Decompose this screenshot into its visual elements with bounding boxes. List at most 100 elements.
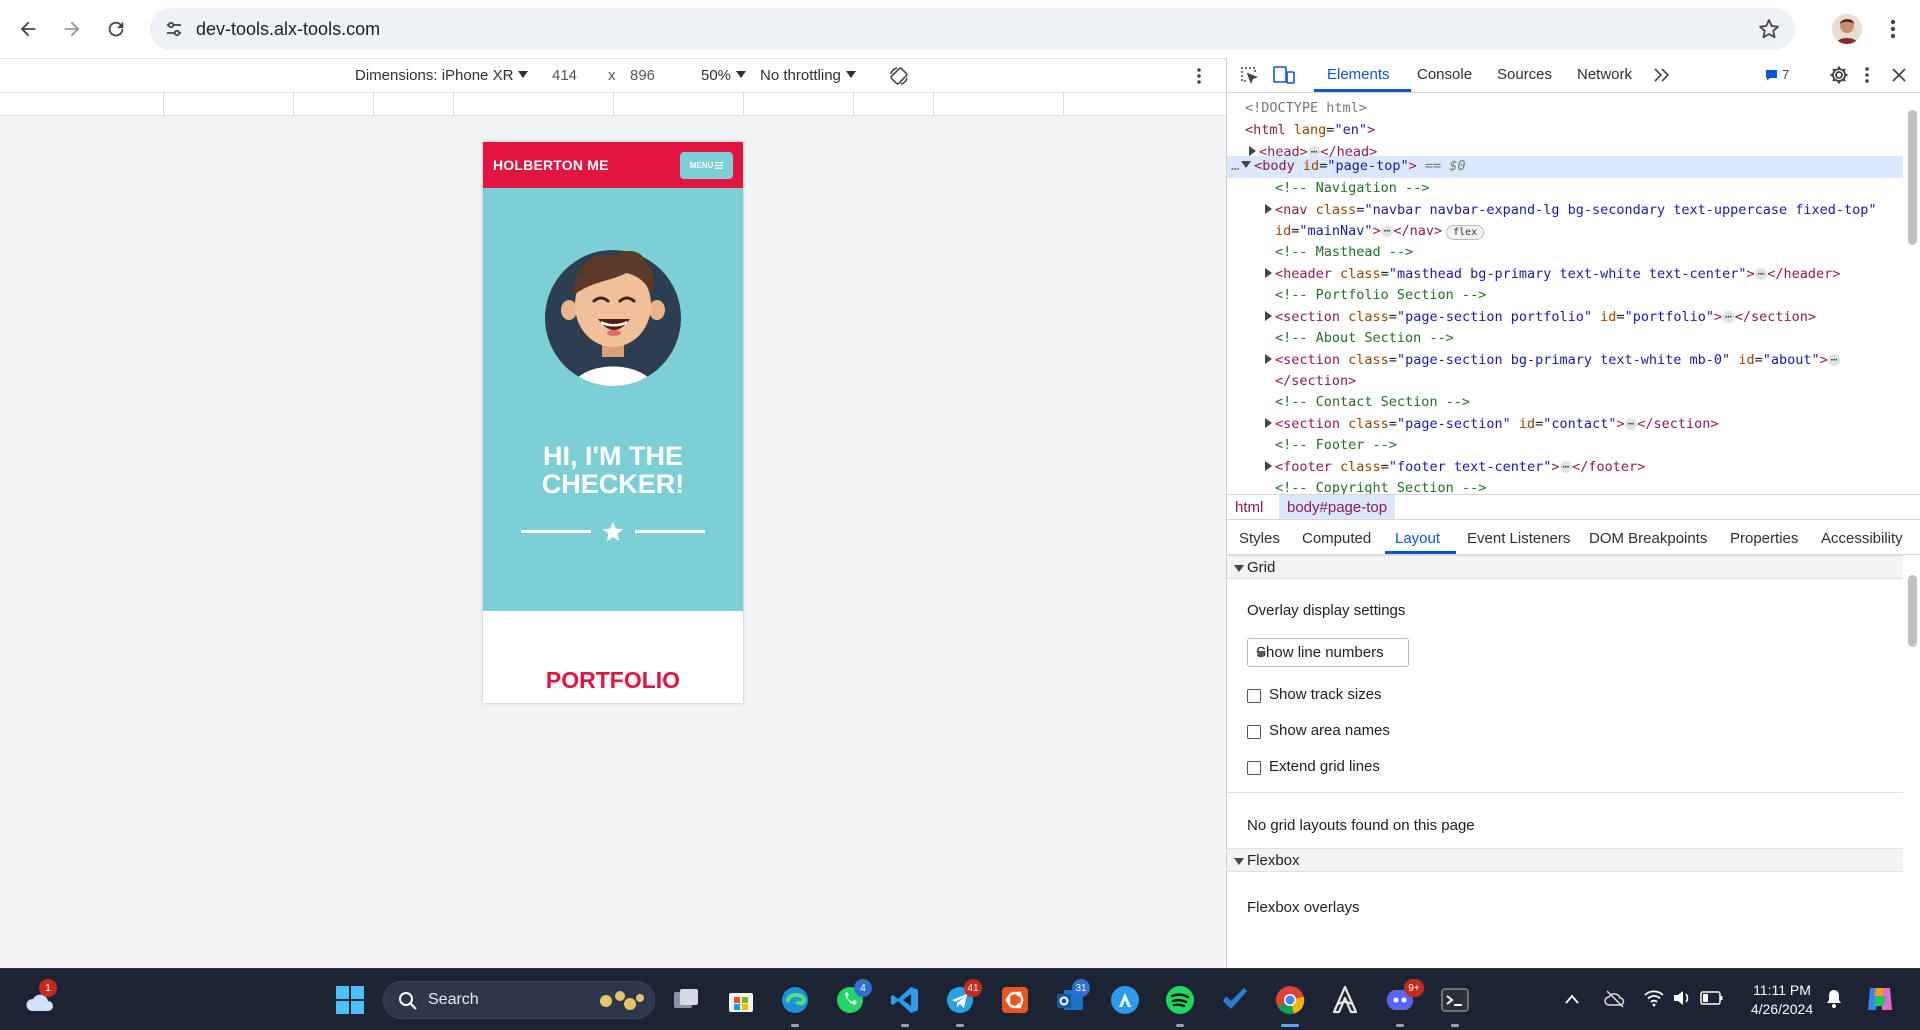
forward-button[interactable] xyxy=(50,7,94,51)
dom-line-comment[interactable]: <!-- Portfolio Section --> xyxy=(1275,285,1486,306)
volume-icon[interactable] xyxy=(1672,989,1692,1007)
page-menu-button[interactable]: MENU xyxy=(680,152,733,179)
wifi-icon[interactable] xyxy=(1643,989,1665,1007)
dom-line-section-about[interactable]: <section class="page-section bg-primary … xyxy=(1265,350,1841,371)
dom-line-doctype[interactable]: <!DOCTYPE html> xyxy=(1245,98,1367,119)
page-brand[interactable]: HOLBERTON ME xyxy=(493,157,609,173)
extend-grid-lines-checkbox[interactable] xyxy=(1247,761,1261,775)
expand-triangle-icon[interactable] xyxy=(1265,204,1272,214)
scrollbar-thumb[interactable] xyxy=(1908,575,1917,647)
chrome-icon[interactable] xyxy=(1274,984,1306,1016)
dom-scrollbar[interactable] xyxy=(1903,94,1920,494)
collapsed-ellipsis[interactable]: ⋯ xyxy=(1559,461,1573,473)
spotify-icon[interactable] xyxy=(1164,984,1196,1016)
tab-elements[interactable]: Elements xyxy=(1327,66,1390,83)
tab-accessibility[interactable]: Accessibility xyxy=(1821,530,1903,547)
inspect-element-icon[interactable] xyxy=(1239,65,1259,85)
throttling-dropdown[interactable]: No throttling xyxy=(760,67,856,84)
width-input[interactable]: 414 xyxy=(552,67,577,84)
grid-section-header[interactable]: Grid xyxy=(1227,555,1903,579)
address-bar[interactable]: dev-tools.alx-tools.com xyxy=(150,8,1795,50)
edge-browser-icon[interactable] xyxy=(779,984,811,1016)
dom-line-section-contact[interactable]: <section class="page-section" id="contac… xyxy=(1265,414,1719,435)
dom-line-comment[interactable]: <!-- Footer --> xyxy=(1275,435,1397,456)
back-button[interactable] xyxy=(6,7,50,51)
reload-button[interactable] xyxy=(94,7,138,51)
tab-layout[interactable]: Layout xyxy=(1395,530,1440,547)
dom-line-comment[interactable]: <!-- Masthead --> xyxy=(1275,242,1413,263)
profile-avatar[interactable] xyxy=(1832,14,1862,44)
microsoft-store-icon[interactable] xyxy=(725,984,757,1016)
node-actions-icon[interactable]: … xyxy=(1231,158,1239,174)
device-toolbar-more-icon[interactable] xyxy=(1196,67,1202,85)
tab-properties[interactable]: Properties xyxy=(1730,530,1798,547)
vscode-icon[interactable] xyxy=(889,984,921,1016)
zoom-dropdown[interactable]: 50% xyxy=(701,67,747,84)
expand-triangle-icon[interactable] xyxy=(1265,354,1272,364)
breadcrumb-html[interactable]: html xyxy=(1235,499,1263,516)
dom-line-comment[interactable]: <!-- About Section --> xyxy=(1275,328,1454,349)
taskbar-search[interactable]: Search xyxy=(383,981,655,1019)
flexbox-section-header[interactable]: Flexbox xyxy=(1227,848,1903,872)
notification-bell-icon[interactable] xyxy=(1825,988,1843,1010)
dom-line-comment[interactable]: <!-- Navigation --> xyxy=(1275,178,1429,199)
tab-computed[interactable]: Computed xyxy=(1302,530,1371,547)
expand-triangle-icon[interactable] xyxy=(1265,461,1272,471)
expand-triangle-icon[interactable] xyxy=(1265,268,1272,278)
breadcrumb-body[interactable]: body#page-top xyxy=(1279,495,1396,519)
collapse-triangle-icon[interactable] xyxy=(1241,161,1252,168)
url-text[interactable]: dev-tools.alx-tools.com xyxy=(196,19,380,40)
windows-start-icon[interactable] xyxy=(334,984,366,1016)
device-toggle-icon[interactable] xyxy=(1273,65,1295,85)
scrollbar-thumb[interactable] xyxy=(1908,110,1917,245)
collapsed-ellipsis[interactable]: ⋯ xyxy=(1754,268,1768,280)
show-area-names-label[interactable]: Show area names xyxy=(1269,722,1390,739)
chevron-up-icon[interactable] xyxy=(1564,992,1580,1006)
dom-line-footer[interactable]: <footer class="footer text-center"> ⋯ </fo… xyxy=(1265,457,1645,478)
ubuntu-icon[interactable] xyxy=(999,984,1031,1016)
dom-line-section-close[interactable]: </section> xyxy=(1275,371,1356,392)
collapsed-ellipsis[interactable]: ⋯ xyxy=(1624,418,1638,430)
terminal-icon[interactable] xyxy=(1439,984,1471,1016)
close-icon[interactable] xyxy=(1891,67,1907,83)
extend-grid-lines-label[interactable]: Extend grid lines xyxy=(1269,758,1380,775)
gear-icon[interactable] xyxy=(1829,65,1849,85)
tab-sources[interactable]: Sources xyxy=(1497,66,1552,83)
issues-counter[interactable]: 7 xyxy=(1765,67,1789,82)
todo-check-icon[interactable] xyxy=(1219,984,1251,1016)
tab-console[interactable]: Console xyxy=(1417,66,1472,83)
dom-line-html[interactable]: <html lang="en"> xyxy=(1245,120,1375,141)
tab-styles[interactable]: Styles xyxy=(1239,530,1280,547)
flex-badge[interactable]: flex xyxy=(1446,225,1485,240)
expand-triangle-icon[interactable] xyxy=(1265,311,1272,321)
tab-network[interactable]: Network xyxy=(1577,66,1632,83)
collapsed-ellipsis[interactable]: ⋯ xyxy=(1380,225,1394,237)
show-track-sizes-label[interactable]: Show track sizes xyxy=(1269,686,1382,703)
expand-triangle-icon[interactable] xyxy=(1249,146,1256,156)
dom-line-body[interactable]: … <body id="page-top"> == $0 xyxy=(1231,156,1466,177)
inkscape-icon[interactable] xyxy=(1329,984,1361,1016)
layout-scrollbar[interactable] xyxy=(1903,555,1920,968)
onedrive-offline-icon[interactable] xyxy=(1604,989,1626,1009)
dom-line-nav[interactable]: <nav class="navbar navbar-expand-lg bg-s… xyxy=(1265,200,1876,221)
system-clock[interactable]: 11:11 PM 4/26/2024 xyxy=(1732,981,1832,1019)
collapsed-ellipsis[interactable]: ⋯ xyxy=(1827,354,1841,366)
show-area-names-checkbox[interactable] xyxy=(1247,725,1261,739)
tab-dom-breakpoints[interactable]: DOM Breakpoints xyxy=(1589,530,1707,547)
rotate-icon[interactable] xyxy=(888,65,910,87)
site-settings-icon[interactable] xyxy=(164,19,184,39)
line-numbers-select[interactable]: Show line numbers xyxy=(1247,638,1409,667)
azure-icon[interactable] xyxy=(1109,984,1141,1016)
dom-line-nav-cont[interactable]: id="mainNav"> ⋯ </nav> flex xyxy=(1275,221,1485,242)
dom-line-comment[interactable]: <!-- Contact Section --> xyxy=(1275,392,1470,413)
show-track-sizes-checkbox[interactable] xyxy=(1247,689,1261,703)
task-view-icon[interactable] xyxy=(670,984,702,1016)
tab-event-listeners[interactable]: Event Listeners xyxy=(1467,530,1570,547)
browser-menu-button[interactable] xyxy=(1880,12,1906,46)
dom-line-section-portfolio[interactable]: <section class="page-section portfolio" … xyxy=(1265,307,1816,328)
battery-icon[interactable] xyxy=(1700,990,1724,1006)
expand-triangle-icon[interactable] xyxy=(1265,418,1272,428)
collapsed-ellipsis[interactable]: ⋯ xyxy=(1722,311,1735,323)
devtools-more-icon[interactable] xyxy=(1864,66,1870,84)
device-dimensions-dropdown[interactable]: Dimensions: iPhone XR xyxy=(355,67,529,84)
